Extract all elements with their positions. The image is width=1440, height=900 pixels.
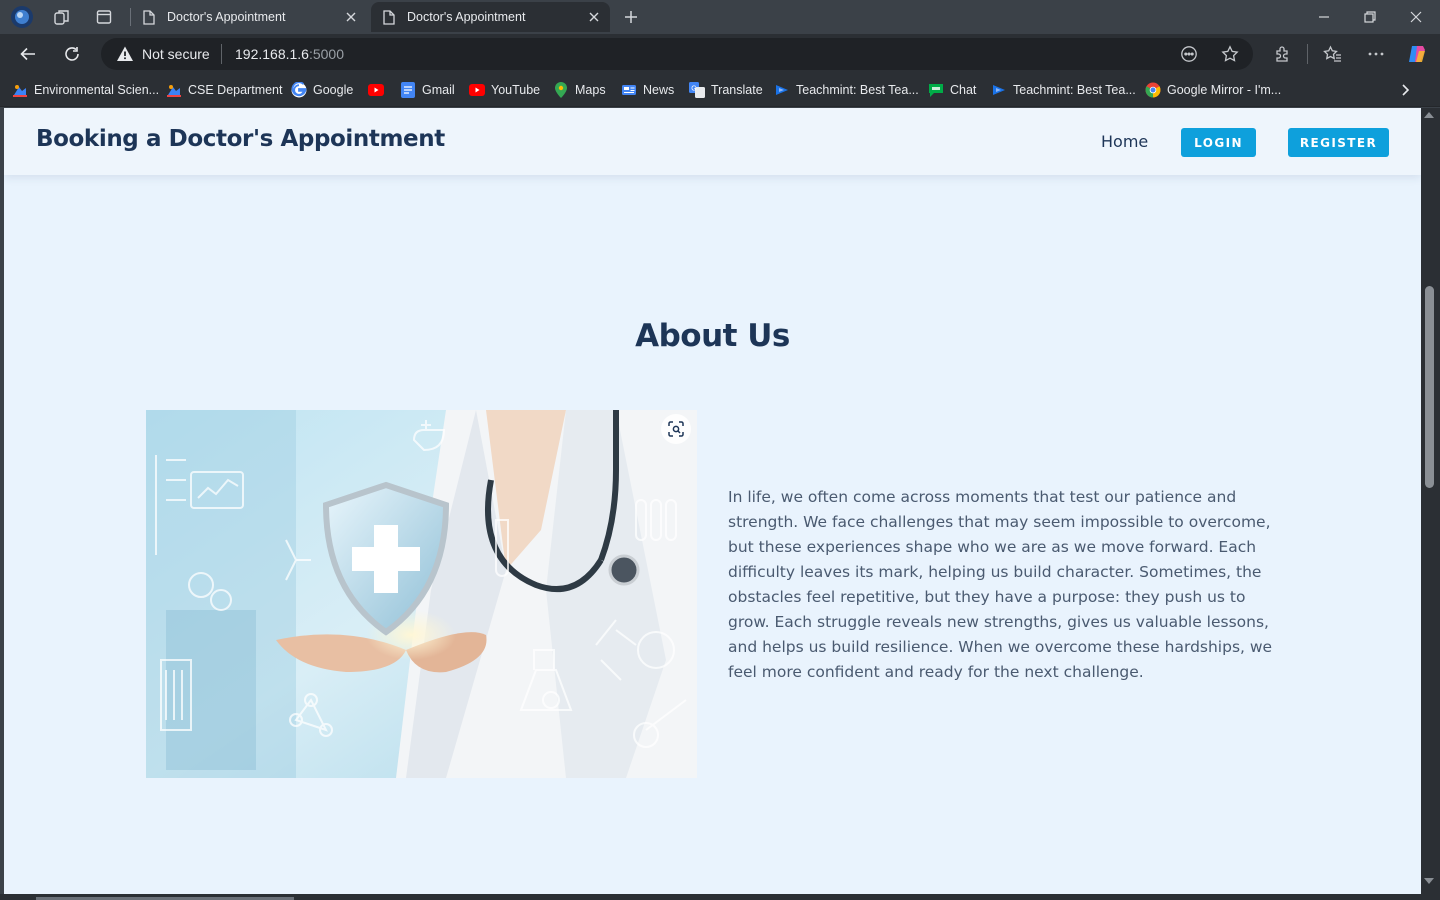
vertical-scrollbar[interactable] — [1421, 108, 1440, 894]
tab-doctors-appointment-1[interactable]: Doctor's Appointment — [131, 2, 367, 32]
bookmark-label: Teachmint: Best Tea... — [796, 83, 919, 97]
extensions-icon[interactable] — [1271, 42, 1295, 66]
chrome-icon — [1145, 82, 1161, 98]
bookmark-label: Google Mirror - I'm... — [1167, 83, 1282, 97]
about-us-heading: About Us — [635, 318, 790, 354]
profile-avatar[interactable] — [8, 4, 36, 30]
teachmint-icon — [991, 82, 1007, 98]
scroll-up-arrow-icon[interactable] — [1424, 112, 1434, 118]
svg-text:G: G — [691, 86, 696, 93]
bookmark-teachmint-2[interactable]: Teachmint: Best Tea... — [991, 81, 1136, 99]
register-button[interactable]: REGISTER — [1288, 128, 1389, 157]
bookmark-label: Maps — [575, 83, 606, 97]
url-port: :5000 — [308, 46, 345, 62]
chevron-right-icon[interactable] — [1396, 81, 1414, 99]
about-hero-image — [146, 410, 697, 778]
bookmark-label: Google — [313, 83, 354, 97]
bookmark-label: CSE Department — [188, 83, 283, 97]
close-window-button[interactable] — [1393, 0, 1439, 34]
close-icon[interactable] — [343, 9, 359, 25]
google-icon — [291, 82, 307, 98]
bookmark-label: Chat — [950, 83, 977, 97]
teachmint-icon — [774, 82, 790, 98]
url-host: 192.168.1.6 — [235, 46, 309, 62]
warning-icon[interactable] — [116, 45, 134, 63]
bookmark-label: Translate — [711, 83, 763, 97]
bookmark-youtube[interactable]: YouTube — [469, 81, 540, 99]
site-header: Booking a Doctor's Appointment Home LOGI… — [4, 108, 1421, 175]
news-icon — [621, 82, 637, 98]
tab-doctors-appointment-2[interactable]: Doctor's Appointment — [371, 2, 610, 32]
login-button[interactable]: LOGIN — [1181, 128, 1256, 157]
new-tab-button[interactable] — [618, 4, 644, 30]
scrollbar-thumb[interactable] — [1425, 286, 1434, 488]
bookmark-google-mirror[interactable]: Google Mirror - I'm... — [1145, 81, 1281, 99]
bookmark-cse-department[interactable]: CSE Department — [166, 81, 282, 99]
bookmark-gmail[interactable]: Gmail — [400, 81, 455, 99]
scroll-down-arrow-icon[interactable] — [1424, 878, 1434, 884]
bookmark-label: Teachmint: Best Tea... — [1013, 83, 1136, 97]
reading-mode-icon[interactable] — [1177, 42, 1201, 66]
docs-icon — [400, 82, 416, 98]
visual-search-icon[interactable] — [661, 414, 691, 444]
favorites-icon[interactable] — [1320, 42, 1344, 66]
security-label[interactable]: Not secure — [142, 45, 210, 63]
site-brand[interactable]: Booking a Doctor's Appointment — [36, 126, 445, 152]
youtube-icon — [469, 82, 485, 98]
bookmark-label: Environmental Scien... — [34, 83, 160, 97]
restore-button[interactable] — [1347, 0, 1393, 34]
bookmark-label: YouTube — [491, 83, 541, 97]
app-icon — [166, 82, 182, 98]
workspaces-icon[interactable] — [48, 4, 76, 30]
minimize-button[interactable] — [1301, 0, 1347, 34]
page-viewport: Booking a Doctor's Appointment Home LOGI… — [4, 108, 1421, 894]
bookmark-google[interactable]: Google — [291, 81, 353, 99]
translate-icon: G — [689, 82, 705, 98]
toolbar-separator — [1307, 44, 1308, 64]
bookmark-label: Gmail — [422, 83, 455, 97]
reload-button[interactable] — [56, 38, 88, 70]
app-icon — [12, 82, 28, 98]
copilot-icon[interactable] — [1405, 42, 1429, 66]
chat-icon — [928, 82, 944, 98]
bookmark-news[interactable]: News — [621, 81, 674, 99]
bookmark-youtube-unlabeled[interactable] — [368, 81, 390, 99]
bookmark-label: News — [643, 83, 675, 97]
youtube-icon — [368, 82, 384, 98]
bookmark-translate[interactable]: G Translate — [689, 81, 763, 99]
horizontal-scrollbar[interactable] — [0, 894, 1440, 900]
more-options-icon[interactable] — [1364, 42, 1388, 66]
close-icon[interactable] — [586, 9, 602, 25]
nav-home-link[interactable]: Home — [1101, 132, 1148, 151]
page-icon — [381, 9, 397, 25]
bookmark-teachmint-1[interactable]: Teachmint: Best Tea... — [774, 81, 919, 99]
tab-title: Doctor's Appointment — [407, 10, 526, 24]
tab-title: Doctor's Appointment — [167, 10, 286, 24]
about-us-text: In life, we often come across moments th… — [728, 488, 1273, 681]
bookmark-chat[interactable]: Chat — [928, 81, 976, 99]
address-divider — [221, 44, 222, 64]
maps-icon — [553, 82, 569, 98]
favorite-star-icon[interactable] — [1218, 42, 1242, 66]
page-icon — [141, 9, 157, 25]
tab-actions-icon[interactable] — [90, 4, 118, 30]
url-text[interactable]: 192.168.1.6:5000 — [235, 45, 344, 63]
browser-tab-strip: Doctor's Appointment Doctor's Appointmen… — [0, 0, 1440, 34]
bookmark-maps[interactable]: Maps — [553, 81, 606, 99]
bookmark-environmental-science[interactable]: Environmental Scien... — [12, 81, 159, 99]
back-button[interactable] — [12, 38, 44, 70]
